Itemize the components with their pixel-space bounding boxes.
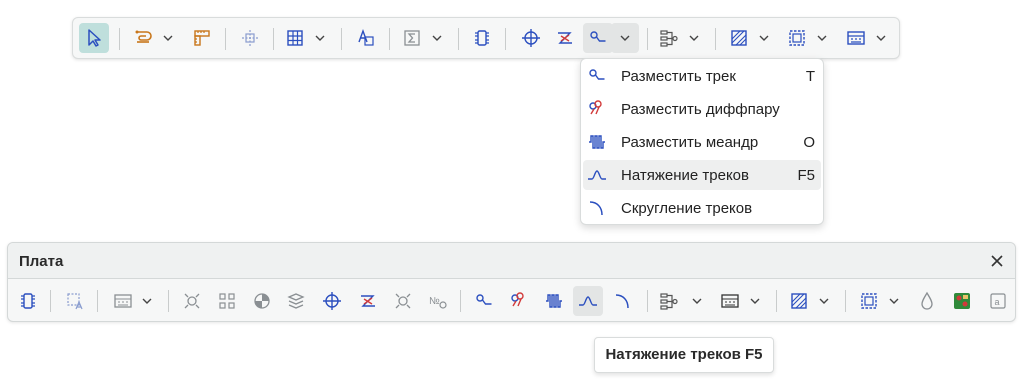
separator xyxy=(458,28,459,50)
chevron-down-icon[interactable] xyxy=(687,23,701,53)
menu-item-track-tension[interactable]: Натяжение треков F5 xyxy=(583,160,821,190)
separator xyxy=(119,28,120,50)
chevron-down-icon[interactable] xyxy=(161,23,175,53)
drill-icon[interactable] xyxy=(247,286,277,316)
numbering-icon[interactable]: № xyxy=(423,286,453,316)
hatch-fill-icon[interactable] xyxy=(784,286,814,316)
separator xyxy=(647,290,648,312)
layer-view-icon[interactable] xyxy=(715,286,745,316)
layers-stack-icon[interactable] xyxy=(281,286,311,316)
pad-grid-icon[interactable] xyxy=(212,286,242,316)
diffpair-route-icon[interactable] xyxy=(353,286,383,316)
separator xyxy=(505,28,506,50)
separator xyxy=(845,290,846,312)
menu-item-track-rounding[interactable]: Скругление треков xyxy=(583,193,821,223)
menu-item-shortcut: F5 xyxy=(797,167,815,184)
close-icon[interactable] xyxy=(988,252,1006,270)
chevron-down-icon[interactable] xyxy=(313,23,327,53)
meander-icon xyxy=(589,135,605,149)
chevron-down-icon[interactable] xyxy=(748,286,762,316)
via-check-icon[interactable] xyxy=(388,286,418,316)
diffpair-route-icon[interactable] xyxy=(550,23,580,53)
via-icon[interactable] xyxy=(177,286,207,316)
chevron-down-icon[interactable] xyxy=(140,286,154,316)
route-track-icon xyxy=(589,69,605,80)
sum-icon[interactable] xyxy=(397,23,427,53)
separator xyxy=(341,28,342,50)
track-tension-icon xyxy=(588,170,606,180)
net-tree-icon[interactable] xyxy=(654,23,684,53)
select-pointer-icon[interactable] xyxy=(79,23,109,53)
menu-item-label: Разместить диффпару xyxy=(621,101,780,118)
separator xyxy=(389,28,390,50)
chevron-down-icon[interactable] xyxy=(690,286,704,316)
separator xyxy=(647,28,648,50)
route-dropdown-menu: Разместить трек T Разместить диффпару Ра… xyxy=(580,58,824,225)
grid-table-icon[interactable] xyxy=(280,23,310,53)
track-tension-icon[interactable] xyxy=(573,286,603,316)
separator xyxy=(460,290,461,312)
svg-text:a: a xyxy=(995,297,1000,307)
layer-view-icon[interactable] xyxy=(108,286,138,316)
chevron-down-icon[interactable] xyxy=(874,23,888,53)
align-distribute-icon[interactable] xyxy=(235,23,265,53)
menu-item-place-meander[interactable]: Разместить меандр O xyxy=(583,127,821,157)
diffpair-icon xyxy=(589,100,602,115)
separator xyxy=(50,290,51,312)
separator xyxy=(273,28,274,50)
layer-view-icon[interactable] xyxy=(841,23,871,53)
menu-item-shortcut: T xyxy=(805,68,815,85)
net-tree-icon[interactable] xyxy=(654,286,684,316)
chevron-down-icon[interactable] xyxy=(815,23,829,53)
separator xyxy=(776,290,777,312)
text-frame-icon[interactable] xyxy=(60,286,90,316)
crosshair-origin-icon[interactable] xyxy=(516,23,546,53)
component-footprint-icon[interactable] xyxy=(13,286,43,316)
hatch-fill-icon[interactable] xyxy=(724,23,754,53)
component-footprint-icon[interactable] xyxy=(467,23,497,53)
menu-item-label: Скругление треков xyxy=(621,200,753,217)
panel-header: Плата xyxy=(8,243,1015,279)
chevron-down-icon[interactable] xyxy=(430,23,444,53)
svg-text:№: № xyxy=(429,296,440,307)
chevron-down-icon[interactable] xyxy=(817,286,831,316)
text-frame-icon[interactable]: a xyxy=(983,286,1013,316)
drop-icon[interactable] xyxy=(912,286,942,316)
route-hand-icon[interactable] xyxy=(129,23,159,53)
dashed-selection-icon[interactable] xyxy=(782,23,812,53)
menu-item-label: Натяжение треков xyxy=(621,167,749,184)
copper-pour-icon[interactable] xyxy=(947,286,977,316)
separator xyxy=(168,290,169,312)
menu-item-label: Разместить меандр xyxy=(621,134,759,151)
separator xyxy=(715,28,716,50)
meander-icon[interactable] xyxy=(539,286,569,316)
menu-item-shortcut: O xyxy=(803,134,815,151)
route-track-icon[interactable] xyxy=(469,286,499,316)
crosshair-origin-icon[interactable] xyxy=(317,286,347,316)
route-menu-toggle[interactable] xyxy=(611,23,639,53)
route-track-icon[interactable] xyxy=(583,23,613,53)
chevron-down-icon[interactable] xyxy=(757,23,771,53)
diffpair-icon[interactable] xyxy=(504,286,534,316)
top-toolbar xyxy=(72,17,900,59)
menu-item-label: Разместить трек xyxy=(621,68,736,85)
tooltip: Натяжение треков F5 xyxy=(594,337,774,373)
text-label-icon[interactable] xyxy=(351,23,381,53)
chevron-down-icon[interactable] xyxy=(887,286,901,316)
measure-ruler-icon[interactable] xyxy=(187,23,217,53)
board-panel: Плата № a xyxy=(7,242,1016,322)
separator xyxy=(225,28,226,50)
track-rounding-icon xyxy=(589,201,603,216)
track-rounding-icon[interactable] xyxy=(608,286,638,316)
menu-item-place-diffpair[interactable]: Разместить диффпару xyxy=(583,94,821,124)
dashed-selection-icon[interactable] xyxy=(854,286,884,316)
panel-title: Плата xyxy=(19,253,64,270)
menu-item-place-track[interactable]: Разместить трек T xyxy=(583,61,821,91)
separator xyxy=(97,290,98,312)
